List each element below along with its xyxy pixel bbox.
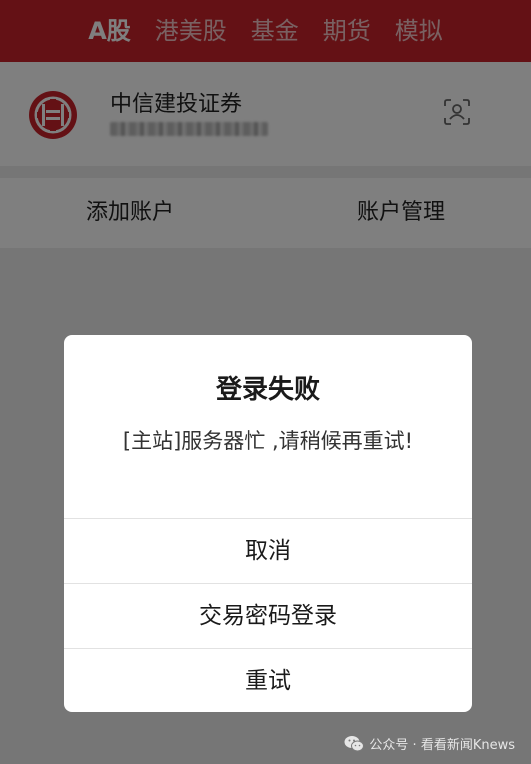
retry-button[interactable]: 重试 <box>64 648 472 712</box>
password-login-button[interactable]: 交易密码登录 <box>64 583 472 647</box>
wechat-icon <box>344 735 365 751</box>
cancel-button[interactable]: 取消 <box>64 518 472 582</box>
login-failed-dialog: 登录失败 [主站]服务器忙 ,请稍候再重试! 取消 交易密码登录 重试 <box>64 335 472 712</box>
dialog-title: 登录失败 <box>215 375 320 405</box>
watermark-text: 公众号 · 看看新闻Knews <box>369 737 515 753</box>
watermark: 公众号 · 看看新闻Knews <box>344 733 515 753</box>
dialog-message: [主站]服务器忙 ,请稍候再重试! <box>122 429 414 453</box>
